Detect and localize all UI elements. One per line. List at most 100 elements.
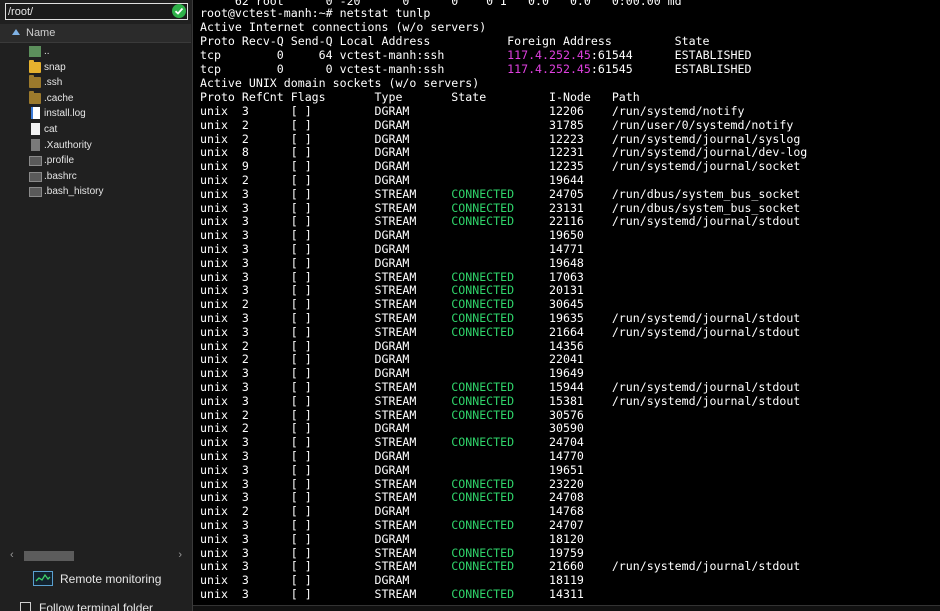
foreign-ip: 117.4.252.45 [507,48,591,62]
socket-inode-path: 21660 /run/systemd/journal/stdout [514,559,801,574]
socket-fields: unix 3 [ ] STREAM [200,559,452,574]
socket-fields: unix 8 [ ] DGRAM [200,145,550,160]
follow-terminal-folder-label: Follow terminal folder [39,601,154,611]
unix-socket-row: unix 3 [ ] DGRAM 19650 [200,228,584,242]
follow-terminal-folder-checkbox[interactable]: Follow terminal folder [20,600,190,611]
socket-inode-path: 19759 [514,545,584,560]
unix-socket-row: unix 3 [ ] STREAM CONNECTED 19635 /run/s… [200,311,800,325]
file-name: snap [44,61,66,73]
unix-socket-row: unix 3 [ ] STREAM CONNECTED 24704 [200,435,584,449]
unix-socket-row: unix 3 [ ] DGRAM 19649 [200,366,584,380]
socket-fields: unix 3 [ ] DGRAM [200,531,550,546]
folder-icon [29,75,41,89]
unix-socket-row: unix 2 [ ] DGRAM 31785 /run/user/0/syste… [200,118,793,132]
socket-fields: unix 3 [ ] DGRAM [200,573,550,588]
socket-inode-path: 24707 [514,518,584,532]
socket-fields: unix 3 [ ] STREAM [200,545,452,560]
file-item-install-log[interactable]: install.log [0,106,190,122]
file-item-bash-history[interactable]: .bash_history [0,184,190,200]
socket-state: CONNECTED [451,186,515,201]
column-header-name[interactable]: Name [0,24,191,43]
scroll-left-icon[interactable]: ‹ [10,549,14,561]
file-item-cache[interactable]: .cache [0,90,190,107]
file-item-xauthority[interactable]: .Xauthority [0,138,190,154]
socket-state: CONNECTED [451,559,515,574]
unix-socket-row: unix 2 [ ] DGRAM 22041 [200,352,584,366]
unix-socket-row: unix 2 [ ] DGRAM 19644 [200,173,584,187]
checkmark-icon[interactable] [172,4,186,18]
socket-fields: unix 3 [ ] STREAM [200,269,452,284]
unix-header: Active UNIX domain sockets (w/o servers) [200,76,480,90]
scroll-right-icon[interactable]: › [178,549,182,561]
file-name: .bash_history [44,186,104,198]
file-name: .ssh [44,77,63,89]
socket-fields: unix 3 [ ] STREAM [200,200,452,215]
socket-inode-path: 19650 [549,228,584,243]
socket-inode-path: 17063 [514,269,584,284]
unix-socket-row: unix 2 [ ] DGRAM 14356 [200,339,584,353]
bottom-tab-strip [193,605,940,611]
terminal[interactable]: 62 root 0 -20 0 0 0 I 0.0 0.0 0:00.00 md… [193,0,940,611]
path-input[interactable] [8,5,168,18]
socket-state: CONNECTED [451,311,515,325]
unix-socket-row: unix 3 [ ] STREAM CONNECTED 20131 [200,283,584,297]
folder-icon [29,90,41,104]
remote-monitoring-button[interactable]: Remote monitoring [33,570,183,588]
socket-fields: unix 2 [ ] DGRAM [200,421,550,436]
unix-socket-row: unix 3 [ ] STREAM CONNECTED 23220 [200,477,584,491]
unix-socket-row: unix 3 [ ] STREAM CONNECTED 21660 /run/s… [200,559,800,573]
socket-inode-path: 14356 [549,338,584,353]
socket-fields: unix 9 [ ] DGRAM [200,159,550,174]
file-name: .bashrc [44,170,77,182]
checkbox[interactable] [20,602,31,611]
socket-fields: unix 3 [ ] DGRAM [200,462,550,477]
socket-state: CONNECTED [451,269,515,284]
unix-socket-row: unix 9 [ ] DGRAM 12235 /run/systemd/jour… [200,159,800,173]
file-item-snap[interactable]: snap [0,59,190,76]
socket-inode-path: 23131 /run/dbus/system_bus_socket [514,200,801,215]
unix-socket-row: unix 3 [ ] STREAM CONNECTED 24705 /run/d… [200,187,800,201]
socket-inode-path: 15944 /run/systemd/journal/stdout [514,380,801,394]
folder-up-icon [29,46,41,57]
unix-socket-row: unix 2 [ ] STREAM CONNECTED 30645 [200,297,584,311]
socket-fields: unix 3 [ ] STREAM [200,518,452,532]
socket-inode-path: 12235 /run/systemd/journal/socket [549,159,801,174]
socket-inode-path: 24708 [514,490,584,505]
socket-fields: unix 3 [ ] STREAM [200,380,452,394]
unix-socket-row: unix 3 [ ] DGRAM 18119 [200,573,584,587]
unix-socket-row: unix 8 [ ] DGRAM 12231 /run/systemd/jour… [200,145,807,159]
unix-socket-row: unix 2 [ ] DGRAM 14768 [200,504,584,518]
inet-row-state: :61545 ESTABLISHED [590,62,752,76]
socket-state: CONNECTED [451,490,515,505]
file-item-parent[interactable]: .. [0,44,190,60]
unix-columns: Proto RefCnt Flags Type State I-Node Pat… [200,90,640,104]
folder-icon [29,59,41,73]
inet-row: tcp 0 64 vctest-manh:ssh 117.4.252.45:61… [200,48,751,62]
file-name: .Xauthority [44,139,92,151]
terminal-prompt: root@vctest-manh:~# netstat tunlp [200,6,431,20]
socket-state: CONNECTED [451,380,515,394]
inet-row: tcp 0 0 vctest-manh:ssh 117.4.252.45:615… [200,62,751,76]
file-item-cat[interactable]: cat [0,122,190,138]
file-icon [31,122,40,135]
socket-fields: unix 3 [ ] STREAM [200,587,452,601]
socket-inode-path: 20131 [514,283,584,298]
socket-inode-path: 19648 [549,255,584,270]
unix-socket-row: unix 2 [ ] STREAM CONNECTED 30576 [200,408,584,422]
horizontal-scrollbar[interactable]: ‹ › [8,549,184,563]
file-name: .profile [44,155,75,167]
socket-state: CONNECTED [451,435,515,450]
unix-socket-row: unix 2 [ ] DGRAM 30590 [200,421,584,435]
file-item-ssh[interactable]: .ssh [0,75,190,91]
file-item-bashrc[interactable]: .bashrc [0,169,190,185]
inet-row-state: :61544 ESTABLISHED [590,48,752,62]
socket-inode-path: 24705 /run/dbus/system_bus_socket [514,186,801,201]
socket-fields: unix 3 [ ] DGRAM [200,242,550,256]
scrollbar-thumb[interactable] [24,551,74,561]
remote-monitoring-label: Remote monitoring [60,572,162,586]
file-item-profile[interactable]: .profile [0,153,190,169]
socket-fields: unix 2 [ ] DGRAM [200,352,550,367]
socket-inode-path: 22041 [549,352,584,367]
unix-socket-row: unix 3 [ ] DGRAM 12206 /run/systemd/noti… [200,104,744,118]
socket-inode-path: 30645 [514,297,584,312]
